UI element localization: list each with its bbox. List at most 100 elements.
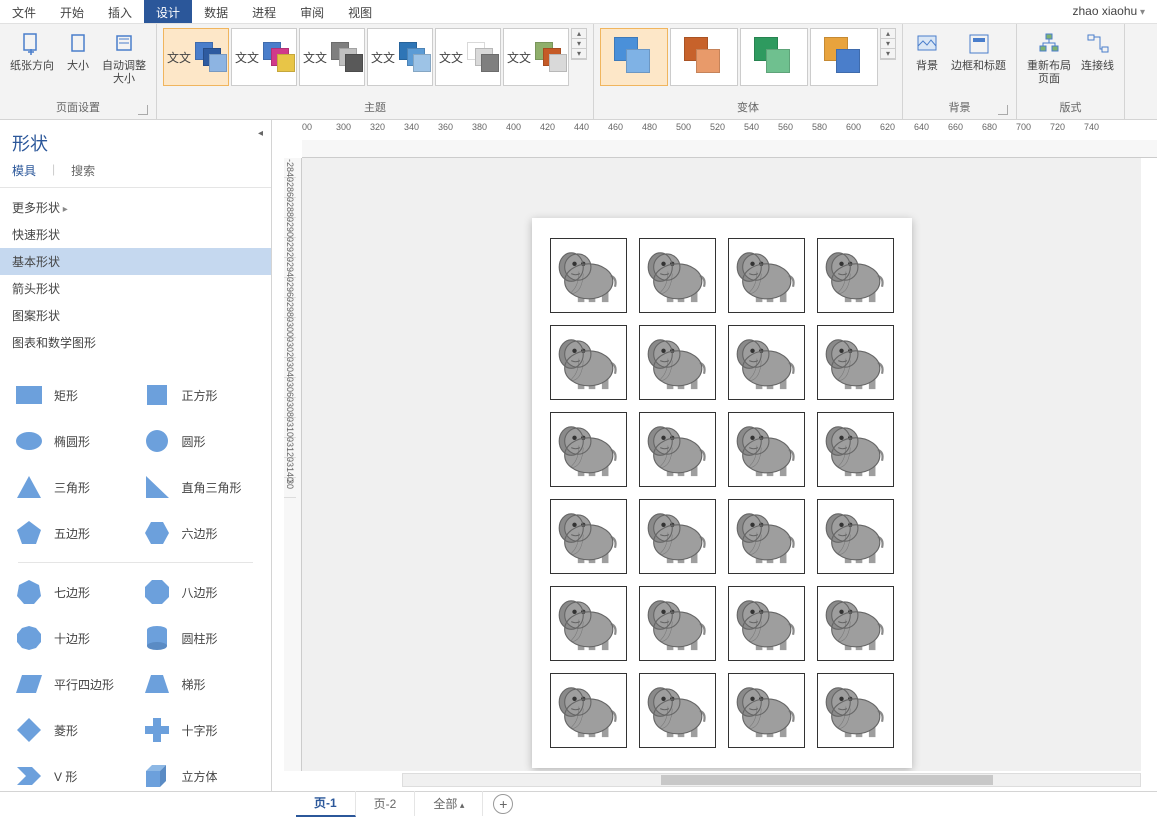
shape-category-0[interactable]: 更多形状: [0, 194, 271, 221]
grid-cell[interactable]: [728, 673, 805, 748]
decagon-icon: [14, 623, 44, 653]
variant-gallery-scroll[interactable]: ▴▾▾: [880, 28, 896, 60]
background-launcher[interactable]: [998, 105, 1008, 115]
theme-swatch-3[interactable]: 文文: [367, 28, 433, 86]
autosize-button[interactable]: 自动调整 大小: [98, 28, 150, 88]
shape-triangle[interactable]: 三角形: [8, 464, 136, 510]
orientation-button[interactable]: 纸张方向: [6, 28, 58, 75]
shape-category-4[interactable]: 图案形状: [0, 302, 271, 329]
tab-search[interactable]: 搜索: [71, 162, 95, 179]
variant-swatch-2[interactable]: [740, 28, 808, 86]
grid-cell[interactable]: [728, 412, 805, 487]
shape-category-5[interactable]: 图表和数学图形: [0, 329, 271, 356]
theme-swatch-0[interactable]: 文文: [163, 28, 229, 86]
shape-para[interactable]: 平行四边形: [8, 661, 136, 707]
shape-cross[interactable]: 十字形: [136, 707, 264, 753]
shapes-panel: 形状 模具 | 搜索 更多形状快速形状基本形状箭头形状图案形状图表和数学图形 矩…: [0, 120, 272, 791]
grid-cell[interactable]: [817, 673, 894, 748]
grid-cell[interactable]: [728, 238, 805, 313]
theme-swatch-2[interactable]: 文文: [299, 28, 365, 86]
page-tab-1[interactable]: 页-1: [296, 790, 356, 817]
shape-grid: [550, 238, 894, 748]
shape-heptagon[interactable]: 七边形: [8, 569, 136, 615]
shape-divider: [18, 562, 253, 563]
grid-cell[interactable]: [550, 412, 627, 487]
shape-category-1[interactable]: 快速形状: [0, 221, 271, 248]
theme-swatch-5[interactable]: 文文: [503, 28, 569, 86]
grid-cell[interactable]: [817, 586, 894, 661]
relayout-button[interactable]: 重新布局 页面: [1023, 28, 1075, 88]
grid-cell[interactable]: [728, 586, 805, 661]
menu-tab-data[interactable]: 数据: [192, 0, 240, 23]
shape-cube[interactable]: 立方体: [136, 753, 264, 791]
user-menu[interactable]: zhao xiaohu: [1060, 0, 1157, 23]
theme-swatch-4[interactable]: 文文: [435, 28, 501, 86]
page-setup-launcher[interactable]: [138, 105, 148, 115]
connectors-button[interactable]: 连接线: [1077, 28, 1118, 75]
elephant-icon: [644, 504, 712, 570]
elephant-icon: [555, 504, 623, 570]
scrollbar-thumb[interactable]: [661, 775, 993, 785]
shape-diamond[interactable]: 菱形: [8, 707, 136, 753]
para-icon: [14, 669, 44, 699]
shape-category-3[interactable]: 箭头形状: [0, 275, 271, 302]
page-tab-all[interactable]: 全部: [415, 791, 483, 816]
variant-swatch-3[interactable]: [810, 28, 878, 86]
page[interactable]: [532, 218, 912, 768]
grid-cell[interactable]: [728, 325, 805, 400]
size-button[interactable]: 大小: [60, 28, 96, 75]
variant-swatch-0[interactable]: [600, 28, 668, 86]
square-icon: [142, 380, 172, 410]
shape-cylinder[interactable]: 圆柱形: [136, 615, 264, 661]
grid-cell[interactable]: [639, 673, 716, 748]
shape-circle[interactable]: 圆形: [136, 418, 264, 464]
grid-cell[interactable]: [817, 325, 894, 400]
shape-rtriangle[interactable]: 直角三角形: [136, 464, 264, 510]
group-theme: 文文文文文文文文文文文文▴▾▾ 主题: [157, 24, 594, 119]
grid-cell[interactable]: [639, 499, 716, 574]
background-button[interactable]: 背景: [909, 28, 945, 75]
theme-gallery-scroll[interactable]: ▴▾▾: [571, 28, 587, 60]
variant-swatch-1[interactable]: [670, 28, 738, 86]
group-label-theme: 主题: [163, 97, 587, 119]
theme-swatch-1[interactable]: 文文: [231, 28, 297, 86]
grid-cell[interactable]: [550, 586, 627, 661]
menu-tab-design[interactable]: 设计: [144, 0, 192, 23]
grid-cell[interactable]: [817, 499, 894, 574]
grid-cell[interactable]: [550, 238, 627, 313]
drawing-canvas[interactable]: [302, 158, 1141, 771]
grid-cell[interactable]: [639, 325, 716, 400]
menu-tab-review[interactable]: 审阅: [288, 0, 336, 23]
shape-pentagon[interactable]: 五边形: [8, 510, 136, 556]
shape-trap[interactable]: 梯形: [136, 661, 264, 707]
page-tab-2[interactable]: 页-2: [356, 791, 416, 816]
grid-cell[interactable]: [728, 499, 805, 574]
grid-cell[interactable]: [639, 586, 716, 661]
border-title-button[interactable]: 边框和标题: [947, 28, 1010, 75]
grid-cell[interactable]: [639, 412, 716, 487]
group-label-background: 背景: [909, 97, 1010, 119]
grid-cell[interactable]: [639, 238, 716, 313]
grid-cell[interactable]: [817, 238, 894, 313]
shape-square[interactable]: 正方形: [136, 372, 264, 418]
menu-tab-file[interactable]: 文件: [0, 0, 48, 23]
menu-tab-view[interactable]: 视图: [336, 0, 384, 23]
grid-cell[interactable]: [550, 673, 627, 748]
menu-tab-home[interactable]: 开始: [48, 0, 96, 23]
shape-rect[interactable]: 矩形: [8, 372, 136, 418]
add-page-button[interactable]: +: [493, 794, 513, 814]
tab-stencil[interactable]: 模具: [12, 162, 36, 179]
shape-hexagon[interactable]: 六边形: [136, 510, 264, 556]
shape-ellipse[interactable]: 椭圆形: [8, 418, 136, 464]
shape-decagon[interactable]: 十边形: [8, 615, 136, 661]
collapse-panel-icon[interactable]: ◂: [258, 128, 263, 139]
horizontal-scrollbar[interactable]: [402, 773, 1141, 787]
grid-cell[interactable]: [550, 499, 627, 574]
shape-category-2[interactable]: 基本形状: [0, 248, 271, 275]
shape-chevron[interactable]: V 形: [8, 753, 136, 791]
grid-cell[interactable]: [817, 412, 894, 487]
shape-octagon[interactable]: 八边形: [136, 569, 264, 615]
menu-tab-insert[interactable]: 插入: [96, 0, 144, 23]
grid-cell[interactable]: [550, 325, 627, 400]
menu-tab-process[interactable]: 进程: [240, 0, 288, 23]
